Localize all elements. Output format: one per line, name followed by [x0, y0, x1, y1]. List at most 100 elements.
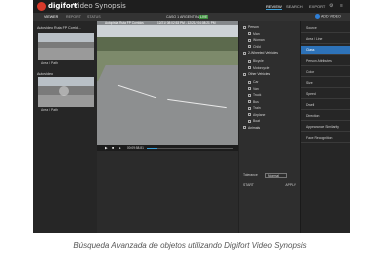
start-row: START APPLY [243, 183, 298, 187]
filter-label: Animals [248, 125, 261, 130]
filter-label: Child [253, 44, 261, 49]
app-window: digifort Video Synopsis REVIEW SEARCH EX… [33, 0, 350, 233]
filter-label: Other Vehicles [248, 72, 271, 76]
video-overlay: Autopista Ruta FP Corridos 12/21/ 08:02:… [97, 21, 238, 25]
product-name: Video Synopsis [73, 2, 126, 10]
video-thumbnail-2[interactable] [38, 77, 94, 107]
filter-item-van[interactable]: Van [248, 87, 259, 91]
nav-search[interactable]: SEARCH [286, 4, 303, 9]
thumbnail-caption-1: Area / Path [41, 61, 58, 65]
digifort-logo-icon [37, 2, 46, 11]
filter-item-other-vehicles[interactable]: Other Vehicles [243, 72, 270, 76]
checkbox[interactable] [248, 113, 251, 117]
play-icon[interactable] [59, 86, 69, 96]
add-video-label: ADD VIDEO [321, 14, 341, 19]
criteria-speed[interactable]: Speed [301, 90, 350, 99]
checkbox[interactable] [248, 93, 251, 97]
checkbox[interactable] [248, 106, 251, 110]
step-icon[interactable]: ▸ [119, 146, 121, 150]
filter-label: Van [253, 86, 259, 91]
apply-button[interactable]: APPLY [285, 183, 296, 187]
video-view[interactable]: Autopista Ruta FP Corridos 12/21/ 08:02:… [97, 21, 238, 145]
checkbox[interactable] [243, 25, 246, 29]
checkbox[interactable] [243, 51, 246, 55]
checkbox[interactable] [248, 80, 251, 84]
criteria-dwell[interactable]: Dwell [301, 101, 350, 110]
video-thumbnail-1[interactable] [38, 33, 94, 60]
tolerance-select[interactable]: Normal [265, 173, 287, 178]
filter-item-motorcycle[interactable]: Motorcycle [248, 66, 269, 70]
filter-item-woman[interactable]: Woman [248, 38, 265, 42]
play-pause-icon[interactable]: ▶ [105, 146, 108, 150]
checkbox[interactable] [243, 126, 246, 130]
checkbox[interactable] [243, 72, 246, 76]
list-group-title-1: Autovideo Ruta FP Corrid... [37, 26, 81, 30]
add-icon [315, 14, 320, 19]
filter-label: Man [253, 31, 260, 36]
criteria-size[interactable]: Size [301, 79, 350, 88]
nav-review[interactable]: REVIEW [266, 4, 282, 10]
checkbox[interactable] [248, 66, 251, 70]
checkbox[interactable] [248, 45, 251, 49]
filter-label: Woman [253, 38, 265, 42]
tolerance-row: Tolerance Normal [243, 173, 298, 180]
video-list-panel: Autovideo Ruta FP Corrid... Area / Path … [33, 21, 97, 233]
filter-item-person[interactable]: Person [243, 25, 259, 29]
filter-label: Car [253, 80, 259, 84]
filter-item-airplane[interactable]: Airplane [248, 113, 265, 117]
filter-item-car[interactable]: Car [248, 80, 258, 84]
filter-label: Truck [253, 93, 262, 97]
nav-export[interactable]: EXPORT [309, 4, 325, 9]
filter-item-boat[interactable]: Boat [248, 119, 260, 123]
checkbox[interactable] [248, 100, 251, 104]
filter-item-bus[interactable]: Bus [248, 100, 259, 104]
playback-time: 00:09:58.81 [127, 146, 144, 150]
criteria-appearance-similarity[interactable]: Appearance Similarity [301, 123, 350, 132]
stop-icon[interactable]: ■ [112, 146, 114, 150]
filter-label: Motorcycle [253, 65, 270, 70]
list-group-title-2: Autovideo [37, 72, 53, 76]
top-bar: digifort Video Synopsis REVIEW SEARCH EX… [33, 0, 350, 13]
criteria-class[interactable]: Class [301, 46, 350, 55]
criteria-direction[interactable]: Direction [301, 112, 350, 121]
thumbnail-caption-2: Area / Path [41, 108, 58, 112]
checkbox[interactable] [248, 87, 251, 91]
filter-item-truck[interactable]: Truck [248, 93, 261, 97]
tab-viewer[interactable]: VIEWER [44, 15, 58, 19]
filter-item-animals[interactable]: Animals [243, 126, 260, 130]
filter-label: Person [248, 25, 259, 29]
video-overlay-title: Autopista Ruta FP Corridos [105, 21, 144, 25]
timeline-scrubber[interactable] [147, 148, 233, 149]
checkbox[interactable] [248, 38, 251, 42]
criteria-face-recognition[interactable]: Face Recognition [301, 134, 350, 143]
video-overlay-time: 12/21/ 08:02:53 PM - 12/21/ 04:08:21 PM [157, 21, 216, 25]
filter-item-man[interactable]: Man [248, 32, 260, 36]
filter-label: Bicycle [253, 59, 264, 63]
class-filter-panel: Tolerance Normal START APPLY Person Man Wo… [238, 21, 300, 233]
checkbox[interactable] [248, 59, 251, 63]
criteria-person-attributes[interactable]: Person Attributes [301, 57, 350, 66]
checkbox[interactable] [248, 119, 251, 123]
settings-gear-icon[interactable]: ⚙ [329, 3, 335, 9]
filter-item-child[interactable]: Child [248, 45, 261, 49]
tab-report[interactable]: REPORT [66, 15, 81, 19]
criteria-color[interactable]: Color [301, 68, 350, 77]
filter-label: 2-Wheeled Vehicles [248, 51, 278, 55]
filter-item-train[interactable]: Train [248, 106, 261, 110]
checkbox[interactable] [248, 32, 251, 36]
start-label: START [243, 183, 254, 187]
filter-item-2-wheeled-vehicles[interactable]: 2-Wheeled Vehicles [243, 51, 278, 55]
filter-label: Bus [253, 99, 259, 104]
live-badge: LIVE [199, 15, 209, 19]
filter-label: Boat [253, 119, 260, 123]
criteria-area-line[interactable]: Area / Line [301, 35, 350, 44]
filter-label: Airplane [253, 112, 266, 117]
tolerance-label: Tolerance [243, 173, 258, 177]
criteria-source[interactable]: Source [301, 24, 350, 33]
filter-item-bicycle[interactable]: Bicycle [248, 59, 264, 63]
image-caption: Búsqueda Avanzada de objetos utilizando … [73, 241, 307, 250]
camera-title: CASO 1 ARGENTINA [166, 15, 201, 19]
add-video-button[interactable]: ADD VIDEO [315, 14, 341, 19]
more-menu-icon[interactable]: ≡ [340, 3, 346, 9]
tab-status[interactable]: STATUS [87, 15, 101, 19]
